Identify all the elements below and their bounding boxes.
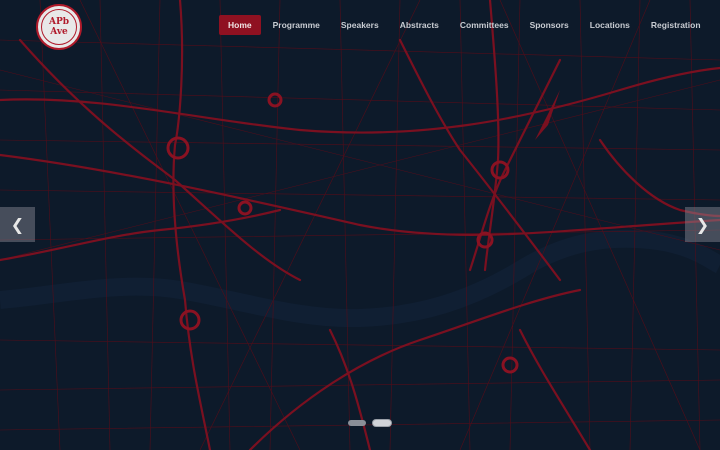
nav-programme[interactable]: Programme <box>264 15 329 35</box>
nav-home[interactable]: Home <box>219 15 261 35</box>
carousel-prev-button[interactable]: ❮ <box>0 207 35 242</box>
chevron-right-icon: ❯ <box>695 215 710 234</box>
carousel-indicator-2[interactable] <box>373 420 391 426</box>
nav-speakers[interactable]: Speakers <box>332 15 388 35</box>
main-navigation: Home Programme Speakers Abstracts Commit… <box>219 15 713 35</box>
carousel-indicators <box>348 420 391 426</box>
nav-committees[interactable]: Committees <box>451 15 518 35</box>
nav-registration[interactable]: Registration <box>642 15 710 35</box>
conference-logo[interactable]: APb Ave <box>36 4 82 50</box>
city-map-background <box>0 0 720 450</box>
nav-abstracts[interactable]: Abstracts <box>391 15 448 35</box>
nav-locations[interactable]: Locations <box>581 15 639 35</box>
carousel-next-button[interactable]: ❯ <box>685 207 720 242</box>
hero-carousel: APb Ave Home Programme Speakers Abstract… <box>0 0 720 450</box>
logo-text-line1: APb <box>48 17 70 27</box>
logo-text-line2: Ave <box>50 27 68 37</box>
carousel-indicator-1[interactable] <box>348 420 366 426</box>
logo-emblem: APb Ave <box>41 9 77 45</box>
chevron-left-icon: ❮ <box>10 215 25 234</box>
nav-sponsors[interactable]: Sponsors <box>521 15 578 35</box>
